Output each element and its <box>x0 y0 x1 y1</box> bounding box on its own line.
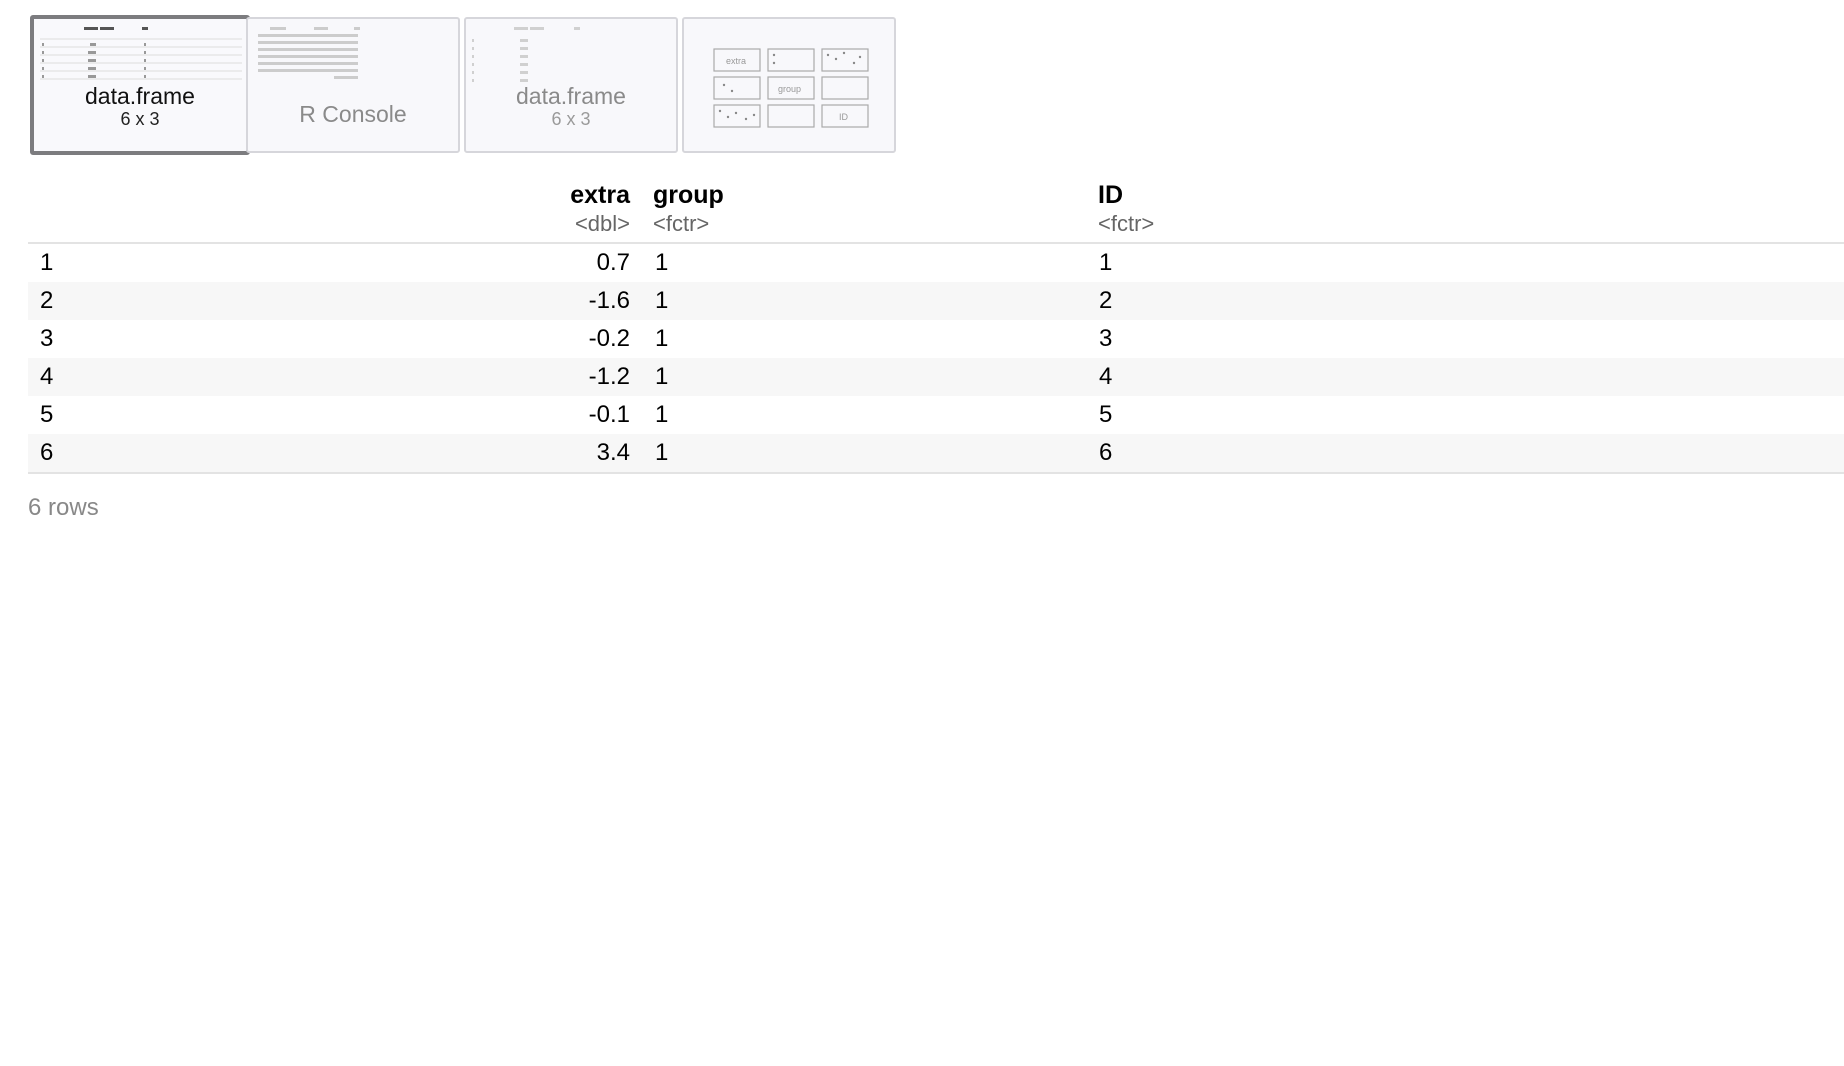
column-type: <fctr> <box>653 211 710 236</box>
column-name: group <box>653 181 724 209</box>
row-index: 1 <box>40 249 54 276</box>
row-index: 5 <box>40 401 54 428</box>
table-row: 2 -1.6 1 2 <box>28 282 1844 320</box>
tab-subtitle: 6 x 3 <box>551 109 591 129</box>
table-row: 4 -1.2 1 4 <box>28 358 1844 396</box>
cell-extra: -1.2 <box>588 363 630 390</box>
cell-id: 4 <box>1099 363 1113 390</box>
row-count-footer: 6 rows <box>28 494 99 521</box>
cell-group: 1 <box>655 439 669 466</box>
cell-id: 6 <box>1099 439 1113 466</box>
console-thumbnail-icon <box>258 27 360 79</box>
table-body: 1 0.7 1 1 2 -1.6 1 2 3 -0.2 1 3 4 -1.2 1… <box>28 244 1844 474</box>
cell-extra: 3.4 <box>596 439 630 466</box>
pairs-plot-thumbnail-icon: extra group ID <box>713 48 869 128</box>
row-index: 3 <box>40 325 54 352</box>
row-index: 2 <box>40 287 54 314</box>
tab-title: data.frame <box>516 83 626 109</box>
cell-group: 1 <box>655 249 669 276</box>
table-row: 5 -0.1 1 5 <box>28 396 1844 434</box>
tab-title: R Console <box>299 101 407 127</box>
tab-plot[interactable]: extra group ID <box>682 17 896 153</box>
cell-extra: 0.7 <box>596 249 630 276</box>
cell-group: 1 <box>655 401 669 428</box>
table-header: extra <dbl> group <fctr> ID <fctr> <box>28 178 1844 244</box>
cell-extra: -0.2 <box>588 325 630 352</box>
data-frame-thumbnail-icon <box>472 27 580 82</box>
table-row: 3 -0.2 1 3 <box>28 320 1844 358</box>
tab-subtitle: 6 x 3 <box>120 109 160 129</box>
tab-data-frame[interactable]: data.frame 6 x 3 <box>464 17 678 153</box>
tab-title: data.frame <box>85 83 195 109</box>
column-type: <dbl> <box>574 211 630 236</box>
column-header-group[interactable]: group <fctr> <box>653 180 724 238</box>
row-index: 6 <box>40 439 54 466</box>
cell-id: 5 <box>1099 401 1113 428</box>
cell-group: 1 <box>655 287 669 314</box>
cell-group: 1 <box>655 325 669 352</box>
cell-id: 3 <box>1099 325 1113 352</box>
table-row: 1 0.7 1 1 <box>28 244 1844 282</box>
panel-label: group <box>778 84 801 94</box>
column-header-extra[interactable]: extra <dbl> <box>570 180 630 238</box>
row-index: 4 <box>40 363 54 390</box>
cell-extra: -1.6 <box>588 287 630 314</box>
cell-id: 1 <box>1099 249 1113 276</box>
table-row: 6 3.4 1 6 <box>28 434 1844 472</box>
cell-id: 2 <box>1099 287 1113 314</box>
column-name: ID <box>1098 181 1123 209</box>
tab-data-frame-preview[interactable]: data.frame 6 x 3 <box>30 15 250 155</box>
panel-label: ID <box>839 112 849 122</box>
column-header-id[interactable]: ID <fctr> <box>1098 180 1154 238</box>
cell-group: 1 <box>655 363 669 390</box>
panel-label: extra <box>726 56 746 66</box>
cell-extra: -0.1 <box>588 401 630 428</box>
column-name: extra <box>570 181 630 209</box>
column-type: <fctr> <box>1098 211 1155 236</box>
data-table: extra <dbl> group <fctr> ID <fctr> 1 0.7… <box>28 178 1844 474</box>
tab-r-console[interactable]: R Console <box>246 17 460 153</box>
